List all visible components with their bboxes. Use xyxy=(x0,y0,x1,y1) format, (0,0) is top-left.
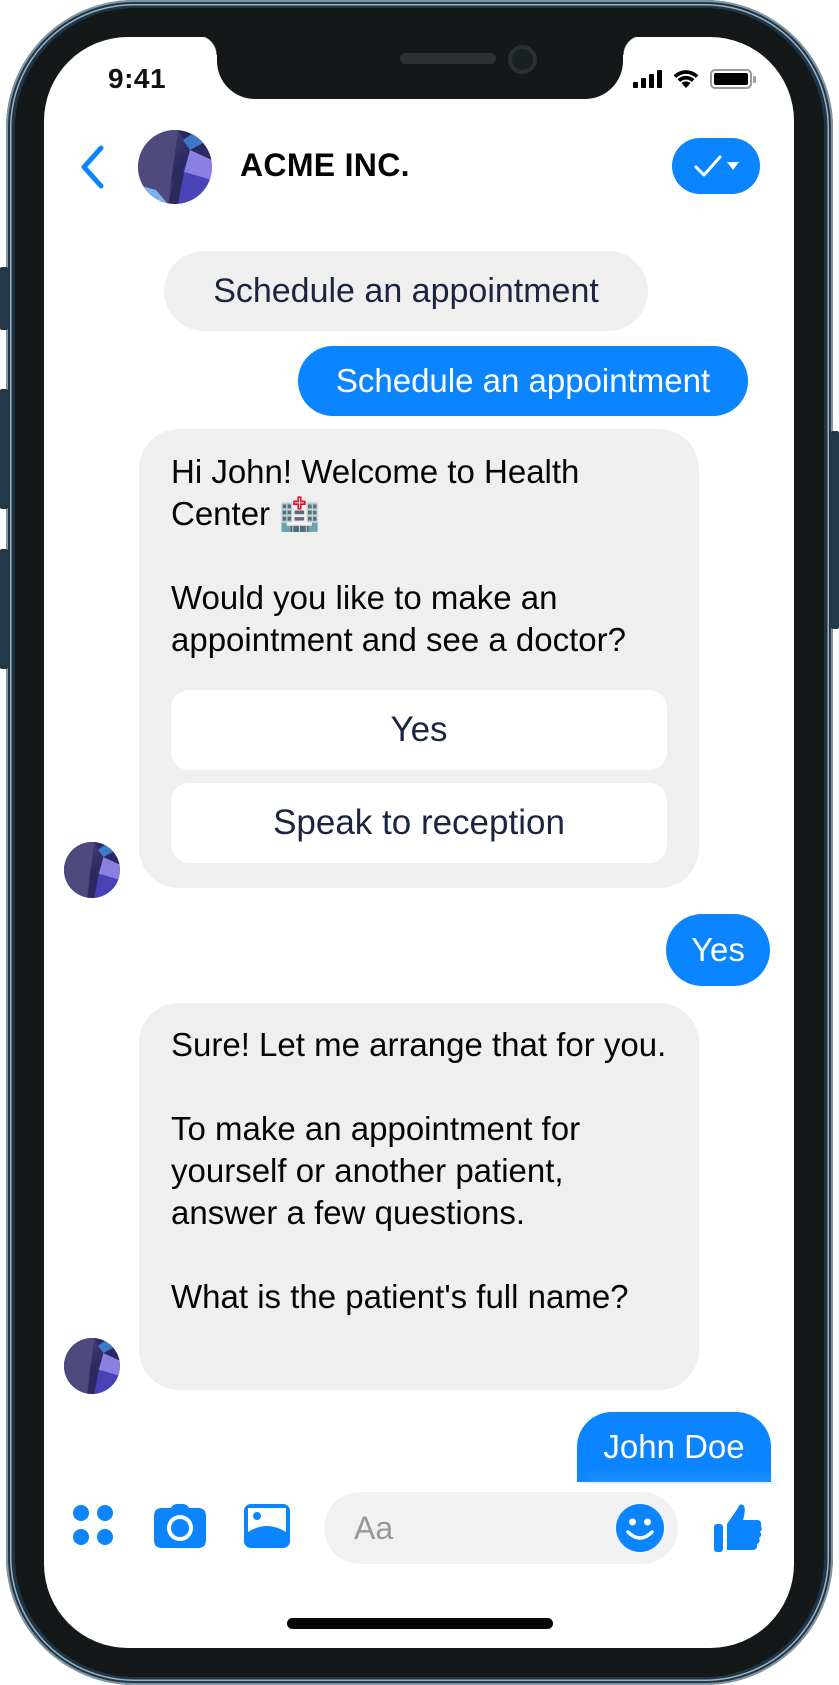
quick-reply-reception-button[interactable]: Speak to reception xyxy=(171,783,667,863)
cellular-signal-icon xyxy=(633,70,662,88)
quick-reply-yes-button[interactable]: Yes xyxy=(171,690,667,770)
wifi-icon xyxy=(673,70,699,88)
postback-label: Schedule an appointment xyxy=(164,251,648,331)
incoming-message-card: Hi John! Welcome to Health Center 🏥 Woul… xyxy=(139,429,699,888)
emoji-button[interactable] xyxy=(616,1504,664,1552)
outgoing-message[interactable]: Schedule an appointment xyxy=(298,346,748,416)
bot-avatar xyxy=(64,842,120,898)
thumbs-up-icon xyxy=(714,1504,762,1552)
chat-header: ACME INC. xyxy=(44,127,794,207)
incoming-message-card: Sure! Let me arrange that for you. To ma… xyxy=(139,1003,699,1390)
avatar-image xyxy=(138,130,212,204)
bot-avatar xyxy=(64,1338,120,1394)
apps-grid-icon xyxy=(73,1505,113,1545)
phone-silent-switch xyxy=(0,267,8,330)
mark-done-button[interactable] xyxy=(672,138,760,194)
message-composer xyxy=(44,1484,794,1564)
incoming-message-text: Sure! Let me arrange that for you. To ma… xyxy=(171,1026,667,1315)
outgoing-message[interactable]: Yes xyxy=(666,914,770,986)
smiley-icon xyxy=(616,1504,664,1552)
caret-down-icon xyxy=(727,162,739,170)
screen: 9:41 ACME INC. Schedule an appointment S… xyxy=(44,37,794,1648)
contact-avatar[interactable] xyxy=(138,130,212,204)
notch xyxy=(197,37,643,99)
front-camera xyxy=(508,45,537,74)
battery-icon xyxy=(710,69,756,89)
image-icon xyxy=(244,1504,290,1548)
incoming-message-text: Hi John! Welcome to Health Center 🏥 Woul… xyxy=(171,453,626,658)
camera-icon xyxy=(154,1504,206,1548)
back-button[interactable] xyxy=(72,137,112,197)
checkmark-icon xyxy=(694,155,722,177)
earpiece-speaker xyxy=(400,53,496,64)
phone-volume-up xyxy=(0,389,8,509)
chevron-left-icon xyxy=(81,145,104,189)
phone-power-button xyxy=(831,431,839,629)
apps-button[interactable] xyxy=(72,1504,114,1546)
status-icons xyxy=(633,69,756,89)
contact-name: ACME INC. xyxy=(240,147,410,183)
camera-button[interactable] xyxy=(154,1504,206,1548)
gallery-button[interactable] xyxy=(244,1504,290,1548)
like-button[interactable] xyxy=(712,1502,764,1554)
outgoing-message[interactable]: John Doe xyxy=(577,1412,771,1482)
phone-volume-down xyxy=(0,549,8,669)
status-time: 9:41 xyxy=(108,63,167,94)
message-input[interactable] xyxy=(354,1506,594,1550)
home-indicator[interactable] xyxy=(287,1618,553,1629)
message-input-container xyxy=(324,1492,678,1564)
